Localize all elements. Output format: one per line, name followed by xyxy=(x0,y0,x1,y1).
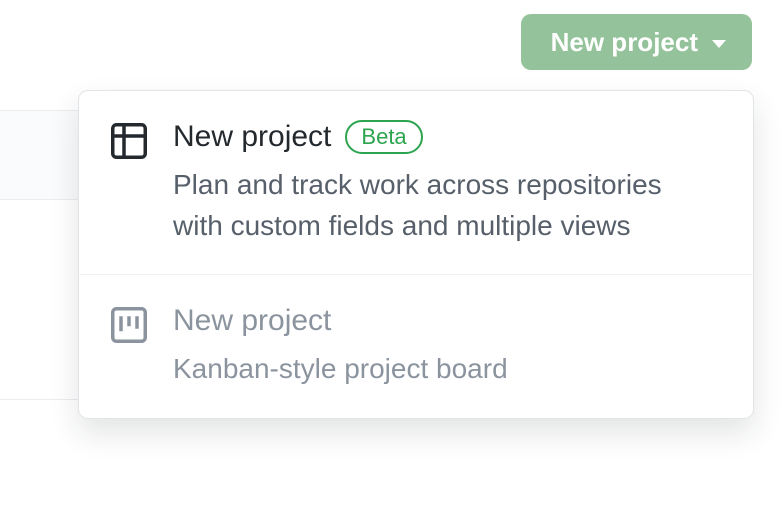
caret-down-icon xyxy=(712,40,726,48)
new-project-dropdown: New project Beta Plan and track work acr… xyxy=(78,90,754,419)
new-project-button-label: New project xyxy=(551,27,698,58)
menu-item-new-project-classic[interactable]: New project Kanban-style project board xyxy=(79,274,753,418)
menu-item-title: New project xyxy=(173,303,331,339)
kanban-icon xyxy=(109,305,149,345)
table-icon xyxy=(109,121,149,161)
menu-item-title: New project xyxy=(173,119,331,155)
new-project-button[interactable]: New project xyxy=(521,14,752,70)
beta-badge: Beta xyxy=(345,120,422,154)
menu-item-description: Kanban-style project board xyxy=(173,349,713,390)
menu-item-description: Plan and track work across repositories … xyxy=(173,165,713,246)
menu-item-new-project-beta[interactable]: New project Beta Plan and track work acr… xyxy=(79,91,753,274)
